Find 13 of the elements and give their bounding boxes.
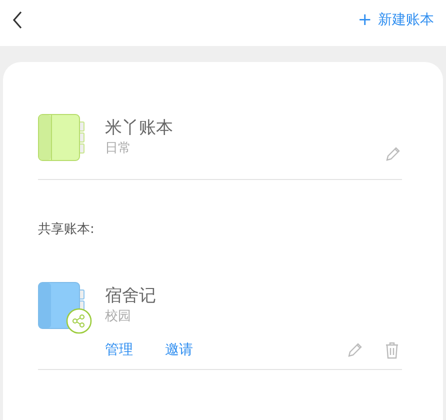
section-title: 共享账本: xyxy=(38,221,96,238)
book-name: 米丫账本 xyxy=(105,116,174,138)
new-book-button[interactable]: + 新建账本 xyxy=(358,10,434,30)
book-category: 校园 xyxy=(105,308,132,326)
edit-icon[interactable] xyxy=(346,341,364,359)
action-link[interactable]: 邀请 xyxy=(165,341,193,359)
book-category: 日常 xyxy=(105,140,132,158)
book-name: 宿舍记 xyxy=(105,284,157,306)
share-icon xyxy=(66,308,92,334)
action-link[interactable]: 管理 xyxy=(105,341,133,359)
trash-icon[interactable] xyxy=(384,341,400,359)
edit-icon[interactable] xyxy=(384,145,402,163)
back-icon[interactable] xyxy=(12,11,23,29)
